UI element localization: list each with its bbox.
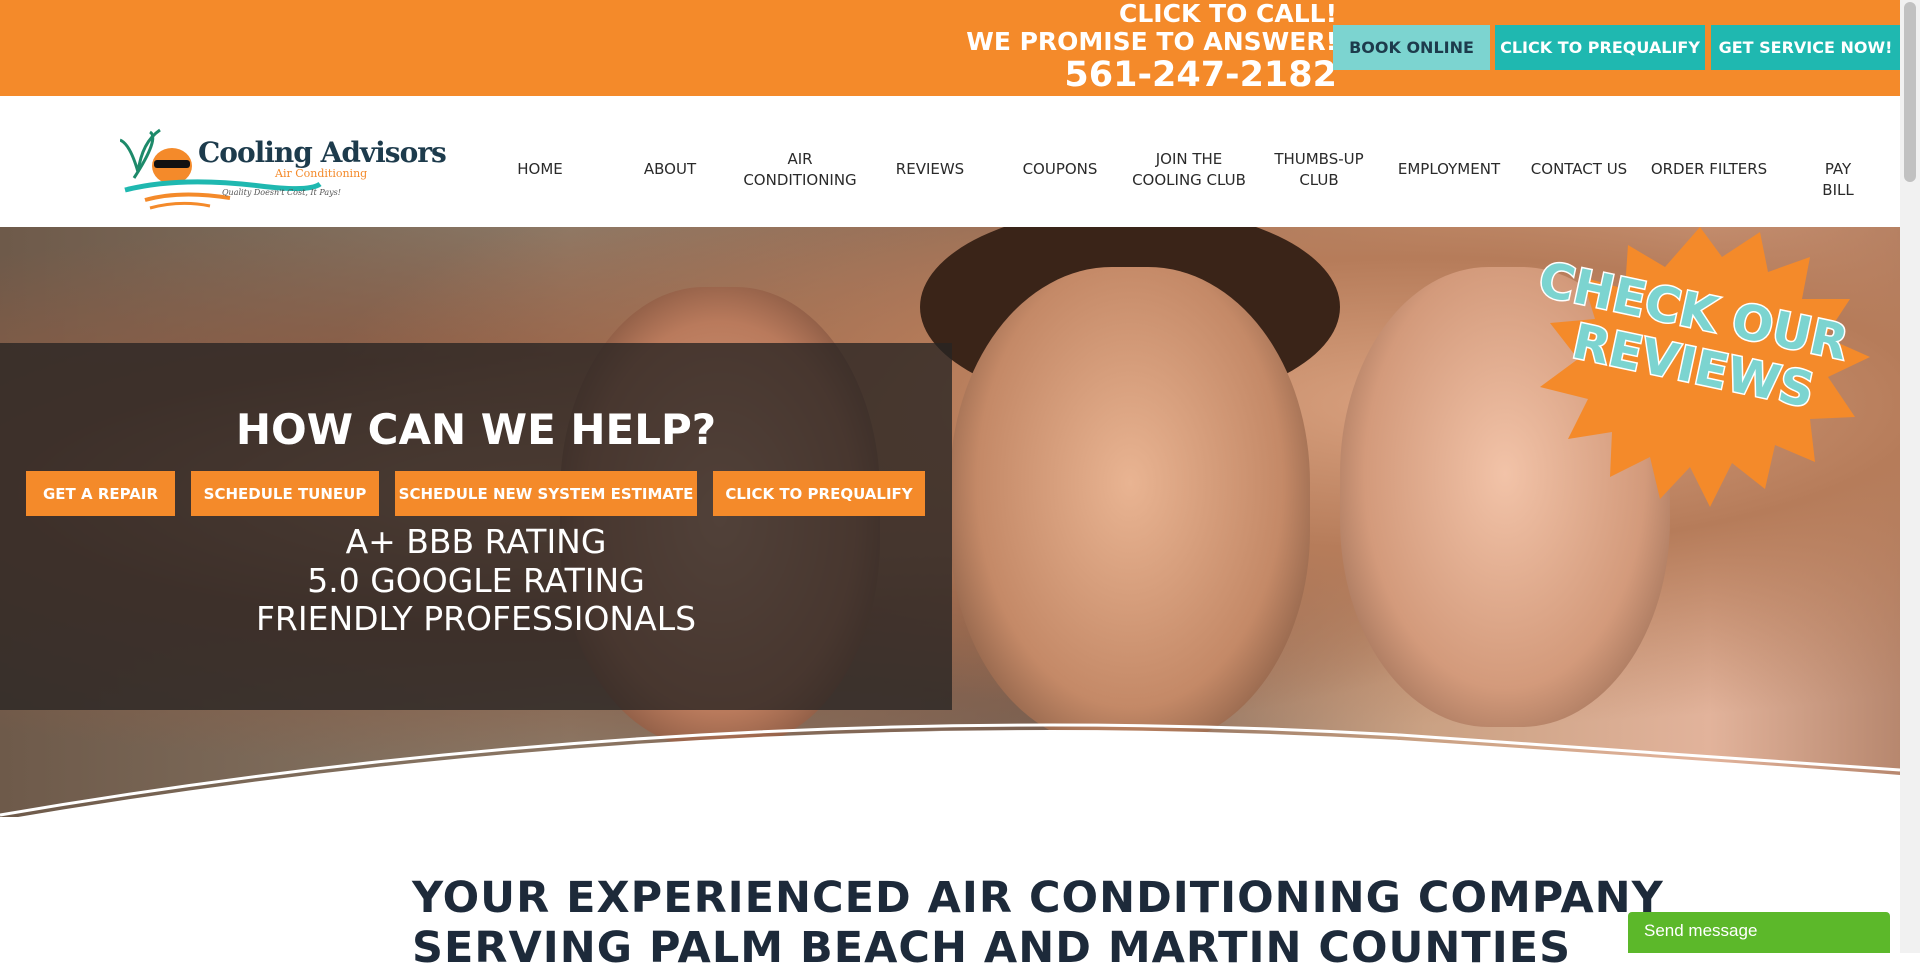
phone-number[interactable]: 561-247-2182	[966, 56, 1337, 94]
page-scrollbar[interactable]	[1900, 0, 1920, 953]
schedule-estimate-button[interactable]: SCHEDULE NEW SYSTEM ESTIMATE	[395, 471, 697, 516]
call-line2[interactable]: WE PROMISE TO ANSWER!	[966, 28, 1337, 56]
nav-contact-us[interactable]: CONTACT US	[1531, 159, 1627, 180]
headline-line1: YOUR EXPERIENCED AIR CONDITIONING COMPAN…	[412, 873, 1664, 923]
check-reviews-badge[interactable]: CHECK OUR REVIEWS	[1510, 227, 1890, 517]
scrollbar-thumb[interactable]	[1904, 2, 1916, 182]
schedule-tuneup-button[interactable]: SCHEDULE TUNEUP	[191, 471, 379, 516]
nav-pay-bill[interactable]: PAY BILL	[1807, 159, 1869, 201]
nav-order-filters[interactable]: ORDER FILTERS	[1651, 159, 1767, 180]
main-nav: HOME ABOUT AIR CONDITIONING REVIEWS COUP…	[0, 140, 1900, 200]
hero-heading: HOW CAN WE HELP?	[235, 405, 717, 454]
nav-about[interactable]: ABOUT	[644, 159, 696, 180]
rating-google: 5.0 GOOGLE RATING	[307, 561, 645, 600]
nav-coupons[interactable]: COUPONS	[1023, 159, 1098, 180]
nav-cooling-club[interactable]: JOIN THE COOLING CLUB	[1132, 149, 1246, 191]
book-online-button[interactable]: BOOK ONLINE	[1333, 25, 1490, 70]
call-line1[interactable]: CLICK TO CALL!	[966, 0, 1337, 28]
nav-home[interactable]: HOME	[517, 159, 563, 180]
rating-bbb: A+ BBB RATING	[345, 522, 607, 561]
hero-person-man	[950, 267, 1310, 747]
rating-professionals: FRIENDLY PROFESSIONALS	[255, 599, 697, 638]
main-headline: YOUR EXPERIENCED AIR CONDITIONING COMPAN…	[412, 873, 1664, 973]
get-service-button[interactable]: GET SERVICE NOW!	[1711, 25, 1900, 70]
nav-air-conditioning[interactable]: AIR CONDITIONING	[743, 149, 856, 191]
send-message-chat[interactable]: Send message	[1628, 912, 1890, 953]
nav-thumbs-up-club[interactable]: THUMBS-UP CLUB	[1274, 149, 1363, 191]
headline-line2: SERVING PALM BEACH AND MARTIN COUNTIES	[412, 923, 1572, 973]
hero-wave-divider	[0, 723, 1900, 830]
hero-prequalify-button[interactable]: CLICK TO PREQUALIFY	[713, 471, 925, 516]
nav-employment[interactable]: EMPLOYMENT	[1398, 159, 1500, 180]
get-repair-button[interactable]: GET A REPAIR	[26, 471, 175, 516]
prequalify-button[interactable]: CLICK TO PREQUALIFY	[1495, 25, 1705, 70]
nav-reviews[interactable]: REVIEWS	[896, 159, 964, 180]
call-block[interactable]: CLICK TO CALL! WE PROMISE TO ANSWER! 561…	[966, 0, 1337, 94]
